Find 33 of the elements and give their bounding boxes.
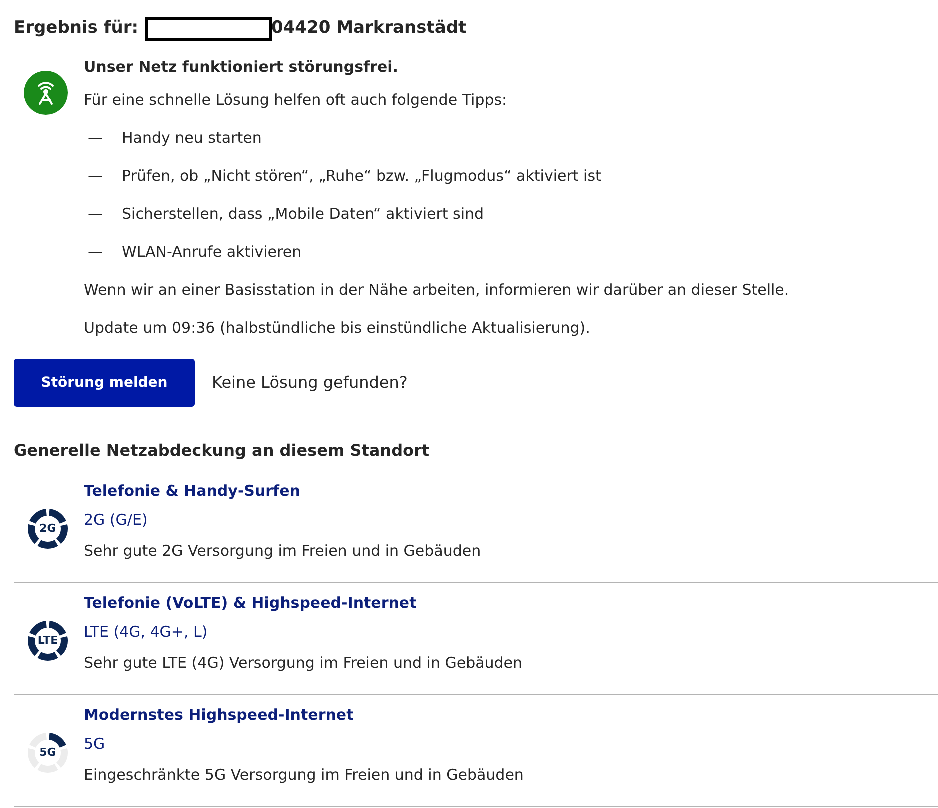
dash-bullet: —	[87, 204, 104, 225]
coverage-title: Modernstes Highspeed-Internet	[84, 705, 355, 726]
antenna-icon	[24, 71, 68, 115]
dash-bullet: —	[87, 128, 104, 149]
info-text: Wenn wir an einer Basisstation in der Nähe arbeiten, informieren wir darüber an dieser Stelle.	[84, 280, 790, 301]
coverage-heading: Generelle Netzabdeckung an diesem Standort	[14, 440, 431, 462]
dash-bullet: —	[87, 166, 104, 187]
technology-text: 5G	[84, 734, 106, 755]
hint-text: Keine Lösung gefunden?	[212, 372, 408, 394]
coverage-title: Telefonie (VoLTE) & Highspeed-Internet	[84, 593, 418, 614]
tip-text: Handy neu starten	[122, 128, 262, 149]
coverage-description: Sehr gute LTE (4G) Versorgung im Freien und in Gebäuden	[84, 653, 523, 674]
tip-text: Prüfen, ob „Nicht stören“, „Ruhe“ bzw. „Flugmodus“ aktiviert ist	[122, 166, 602, 187]
coverage-description: Eingeschränkte 5G Versorgung im Freien und in Gebäuden	[84, 765, 524, 786]
tip-text: Sicherstellen, dass „Mobile Daten“ aktiviert sind	[122, 204, 484, 225]
info-text: Update um 09:36 (halbstündliche bis einstündliche Aktualisierung).	[84, 318, 592, 339]
coverage-title: Telefonie & Handy-Surfen	[84, 481, 302, 502]
status-intro: Für eine schnelle Lösung helfen oft auch folgende Tipps:	[84, 90, 508, 111]
tip-text: WLAN-Anrufe aktivieren	[122, 242, 302, 263]
result-label: Ergebnis für:	[14, 17, 139, 40]
status-title: Unser Netz funktioniert störungsfrei.	[84, 57, 400, 78]
coverage-ring-icon	[26, 507, 70, 551]
network-label: LTE	[38, 632, 58, 649]
report-button[interactable]: Störung melden	[14, 359, 195, 407]
location-text: 04420 Markranstädt	[272, 17, 467, 40]
coverage-description: Sehr gute 2G Versorgung im Freien und in Gebäuden	[84, 541, 482, 562]
coverage-ring-icon	[26, 619, 70, 663]
network-label: 5G	[40, 744, 56, 761]
technology-text: LTE (4G, 4G+, L)	[84, 622, 209, 643]
coverage-ring-icon	[26, 731, 70, 775]
dash-bullet: —	[87, 242, 104, 263]
technology-text: 2G (G/E)	[84, 510, 149, 531]
network-label: 2G	[40, 520, 56, 537]
